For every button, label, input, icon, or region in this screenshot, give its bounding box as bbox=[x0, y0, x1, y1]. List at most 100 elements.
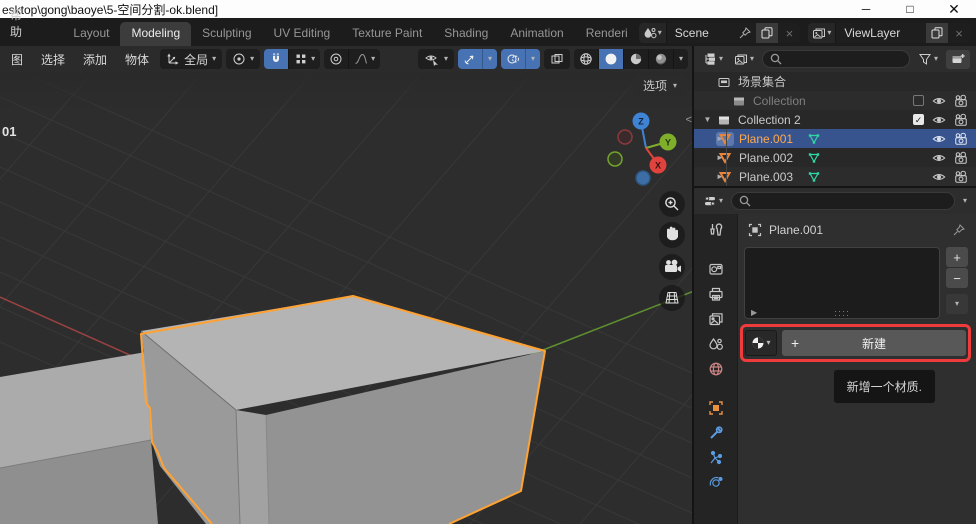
pan-hand-button[interactable] bbox=[659, 222, 685, 248]
transform-orientation-dropdown[interactable]: 全局 ▾ bbox=[160, 49, 222, 69]
unlink-scene-button[interactable]: × bbox=[778, 23, 800, 43]
collection-checkbox-checked[interactable]: ✓ bbox=[913, 114, 924, 125]
tab-world-icon[interactable] bbox=[708, 361, 724, 377]
shading-wireframe-button[interactable] bbox=[574, 49, 598, 69]
show-overlays-toggle[interactable] bbox=[501, 49, 525, 69]
region-collapse-arrow[interactable]: < bbox=[686, 114, 692, 126]
tab-modeling[interactable]: Modeling bbox=[120, 22, 191, 46]
pin-icon[interactable] bbox=[952, 223, 966, 237]
viewport-canvas[interactable]: Z Y X bbox=[0, 72, 692, 524]
tab-object-icon[interactable] bbox=[708, 400, 724, 416]
mesh-box-unselected[interactable] bbox=[0, 352, 158, 524]
copy-viewlayer-button[interactable] bbox=[926, 23, 948, 43]
tab-sculpting[interactable]: Sculpting bbox=[191, 22, 262, 46]
tab-rendering[interactable]: Renderi bbox=[575, 22, 639, 46]
gizmo-minus-x[interactable] bbox=[618, 130, 632, 144]
falloff-dropdown[interactable]: ▾ bbox=[348, 49, 380, 69]
disable-render-camera-icon[interactable] bbox=[954, 151, 968, 165]
menu-object[interactable]: 物体 bbox=[118, 48, 156, 71]
tab-texture-paint[interactable]: Texture Paint bbox=[341, 22, 433, 46]
snap-to-dropdown[interactable]: ▾ bbox=[288, 49, 320, 69]
gizmo-minus-y[interactable] bbox=[608, 152, 622, 166]
outliner-search-input[interactable] bbox=[762, 50, 910, 68]
shading-solid-button[interactable] bbox=[598, 49, 623, 69]
editor-type-dropdown[interactable]: ▾ bbox=[700, 50, 726, 69]
tab-output-icon[interactable] bbox=[708, 286, 724, 302]
scene-selector[interactable]: ▾ Scene × bbox=[639, 23, 801, 43]
disable-render-camera-icon[interactable] bbox=[954, 170, 968, 184]
tab-uv-editing[interactable]: UV Editing bbox=[263, 22, 342, 46]
tab-modifiers-icon[interactable] bbox=[708, 425, 724, 441]
menu-view[interactable]: 图 bbox=[4, 48, 30, 71]
zoom-button[interactable] bbox=[659, 191, 685, 217]
menu-add[interactable]: 添加 bbox=[76, 48, 114, 71]
add-slot-button[interactable]: + bbox=[946, 247, 968, 267]
expand-arrow-icon[interactable]: ▶ bbox=[751, 308, 757, 317]
hide-eye-icon[interactable] bbox=[932, 132, 946, 146]
close-button[interactable]: ✕ bbox=[932, 0, 976, 18]
shading-material-button[interactable] bbox=[623, 49, 648, 69]
expand-arrow-icon[interactable]: ► bbox=[700, 172, 716, 181]
tab-physics-icon[interactable] bbox=[708, 475, 724, 491]
tab-tool-icon[interactable] bbox=[708, 222, 724, 238]
disable-render-camera-icon[interactable] bbox=[954, 94, 968, 108]
viewlayer-name[interactable]: ViewLayer bbox=[836, 26, 926, 40]
object-visibility-dropdown[interactable]: ▾ bbox=[418, 49, 454, 69]
row-plane-003[interactable]: ► Plane.003 bbox=[694, 167, 976, 186]
shading-dropdown[interactable]: ▾ bbox=[673, 49, 688, 69]
new-material-button[interactable]: + 新建 bbox=[782, 330, 966, 356]
remove-viewlayer-button[interactable]: × bbox=[948, 23, 970, 43]
scene-browse-button[interactable]: ▾ bbox=[639, 23, 667, 43]
hide-eye-icon[interactable] bbox=[932, 94, 946, 108]
browse-material-dropdown[interactable]: ▾ bbox=[745, 330, 777, 356]
hide-eye-icon[interactable] bbox=[932, 151, 946, 165]
row-collection[interactable]: Collection bbox=[694, 91, 976, 110]
copy-scene-button[interactable] bbox=[756, 23, 778, 43]
camera-view-button[interactable] bbox=[659, 254, 685, 280]
menu-select[interactable]: 选择 bbox=[34, 48, 72, 71]
display-mode-dropdown[interactable]: ▾ bbox=[731, 50, 757, 69]
viewlayer-browse-button[interactable]: ▾ bbox=[808, 23, 836, 43]
expand-arrow-icon[interactable]: ► bbox=[700, 153, 716, 162]
collection-checkbox-unchecked[interactable] bbox=[913, 95, 924, 106]
row-scene-collection[interactable]: 场景集合 bbox=[694, 72, 976, 91]
disable-render-camera-icon[interactable] bbox=[954, 113, 968, 127]
xray-toggle[interactable] bbox=[544, 49, 570, 69]
properties-options-dropdown[interactable]: ▾ bbox=[960, 192, 970, 211]
resize-grip[interactable]: ········ bbox=[834, 309, 850, 317]
snap-toggle[interactable] bbox=[264, 49, 288, 69]
tab-layout[interactable]: Layout bbox=[62, 22, 120, 46]
maximize-button[interactable]: □ bbox=[888, 0, 932, 18]
disable-render-camera-icon[interactable] bbox=[954, 132, 968, 146]
tab-render-icon[interactable] bbox=[708, 261, 724, 277]
overlays-dropdown[interactable]: ▾ bbox=[525, 49, 540, 69]
viewlayer-selector[interactable]: ▾ ViewLayer × bbox=[808, 23, 970, 43]
show-gizmo-toggle[interactable] bbox=[458, 49, 482, 69]
remove-slot-button[interactable]: − bbox=[946, 268, 968, 288]
row-plane-001[interactable]: ► Plane.001 bbox=[694, 129, 976, 148]
pin-icon[interactable] bbox=[734, 23, 756, 43]
gizmo-dropdown[interactable]: ▾ bbox=[482, 49, 497, 69]
row-plane-002[interactable]: ► Plane.002 bbox=[694, 148, 976, 167]
viewport-options-dropdown[interactable]: 选项 ▾ bbox=[634, 75, 686, 96]
tab-particles-icon[interactable] bbox=[708, 450, 724, 466]
expand-arrow-icon[interactable]: ▼ bbox=[700, 115, 715, 124]
tab-scene-icon[interactable] bbox=[708, 336, 724, 352]
gizmo-minus-z[interactable] bbox=[636, 171, 650, 185]
hide-eye-icon[interactable] bbox=[932, 170, 946, 184]
scene-name[interactable]: Scene bbox=[667, 26, 735, 40]
properties-search-input[interactable] bbox=[731, 192, 955, 210]
material-slot-list[interactable]: ▶ ········ bbox=[744, 247, 940, 319]
hide-eye-icon[interactable] bbox=[932, 113, 946, 127]
tab-shading[interactable]: Shading bbox=[433, 22, 499, 46]
tab-viewlayer-icon[interactable] bbox=[708, 311, 724, 327]
proportional-edit-toggle[interactable] bbox=[324, 49, 348, 69]
new-collection-button[interactable] bbox=[946, 50, 970, 69]
row-collection-2[interactable]: ▼ Collection 2 ✓ bbox=[694, 110, 976, 129]
editor-type-dropdown[interactable]: ▾ bbox=[700, 192, 726, 211]
breadcrumb-object-name[interactable]: Plane.001 bbox=[769, 223, 823, 237]
shading-rendered-button[interactable] bbox=[648, 49, 673, 69]
tab-animation[interactable]: Animation bbox=[499, 22, 574, 46]
pivot-point-dropdown[interactable]: ▾ bbox=[226, 49, 260, 69]
expand-arrow-icon[interactable]: ► bbox=[700, 134, 716, 143]
